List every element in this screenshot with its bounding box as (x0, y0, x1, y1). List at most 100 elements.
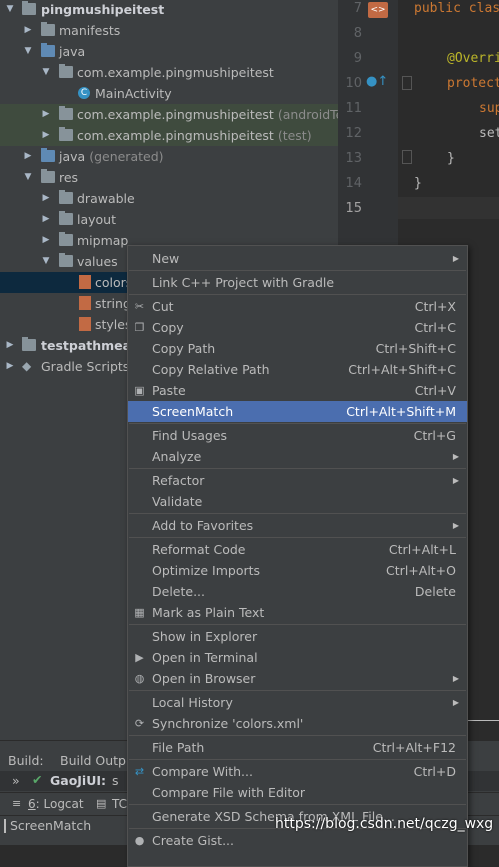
menu-item-optimize-imports[interactable]: Optimize Imports Ctrl+Alt+O (128, 560, 467, 581)
chevron-right-icon[interactable]: ▶ (22, 146, 34, 167)
chevron-right-icon[interactable]: ▶ (40, 104, 52, 125)
menu-item-screenmatch[interactable]: ScreenMatch Ctrl+Alt+Shift+M (128, 401, 467, 422)
menu-item-delete[interactable]: Delete... Delete (128, 581, 467, 602)
menu-item-validate[interactable]: Validate (128, 491, 467, 512)
chevron-down-icon[interactable]: ▼ (22, 167, 34, 188)
menu-item-create-gist[interactable]: ● Create Gist... (128, 830, 467, 851)
menu-label: Compare With... (152, 764, 253, 779)
context-menu: New ▶ Link C++ Project with Gradle ✂ Cut Ct… (127, 245, 468, 867)
class-icon: C (78, 87, 90, 99)
menu-label: Cut (152, 299, 174, 314)
menu-label: Validate (152, 494, 203, 509)
chevron-right-icon[interactable]: ▶ (4, 335, 16, 356)
chevron-right-icon[interactable]: ▶ (4, 356, 16, 377)
chevron-down-icon[interactable]: ▼ (4, 0, 16, 20)
menu-label: Create Gist... (152, 833, 235, 848)
fold-marker-icon[interactable] (402, 76, 412, 90)
menu-item-analyze[interactable]: Analyze ▶ (128, 446, 467, 467)
menu-item-copy[interactable]: ❐ Copy Ctrl+C (128, 317, 467, 338)
menu-item-open-terminal[interactable]: ▶ Open in Terminal (128, 647, 467, 668)
menu-shortcut: Ctrl+G (413, 428, 456, 443)
chevron-down-icon[interactable]: ▼ (40, 251, 52, 272)
tree-item-manifests[interactable]: ▶ manifests (0, 20, 338, 41)
tree-item-root[interactable]: ▼ pingmushipeitest (0, 0, 338, 20)
tree-item-package-androidtest[interactable]: ▶ com.example.pingmushipeitest (androidT… (0, 104, 360, 125)
tree-label: values (77, 254, 118, 269)
tree-item-layout[interactable]: ▶ layout (0, 209, 338, 230)
code-line-14[interactable]: } (414, 176, 422, 191)
override-method-icon[interactable]: ●↑ (366, 74, 388, 89)
tree-item-mainactivity[interactable]: C MainActivity (0, 83, 338, 104)
menu-item-synchronize[interactable]: ⟳ Synchronize 'colors.xml' (128, 713, 467, 734)
menu-item-local-history[interactable]: Local History ▶ (128, 692, 467, 713)
tree-label: com.example.pingmushipeitest (androidTes… (77, 104, 360, 125)
chevron-down-icon[interactable]: ▼ (22, 41, 34, 62)
menu-item-compare-editor[interactable]: Compare File with Editor (128, 782, 467, 803)
tree-label: layout (77, 212, 117, 227)
generated-folder-icon (41, 148, 55, 162)
fold-marker-icon[interactable] (402, 150, 412, 164)
tree-item-drawable[interactable]: ▶ drawable (0, 188, 338, 209)
menu-item-copy-path[interactable]: Copy Path Ctrl+Shift+C (128, 338, 467, 359)
code-keyword: public (414, 1, 461, 16)
menu-label: Paste (152, 383, 186, 398)
menu-item-paste[interactable]: ▣ Paste Ctrl+V (128, 380, 467, 401)
tree-item-java-generated[interactable]: ▶ java (generated) (0, 146, 338, 167)
menu-separator (129, 624, 466, 625)
tree-label: MainActivity (95, 86, 172, 101)
build-output-tab[interactable]: Build Outpu (60, 753, 134, 768)
menu-label: Mark as Plain Text (152, 605, 265, 620)
tree-label: string (95, 296, 131, 311)
menu-shortcut: Ctrl+Shift+C (375, 341, 456, 356)
menu-label: Copy Relative Path (152, 362, 270, 377)
folder-icon (59, 253, 73, 267)
menu-separator (129, 537, 466, 538)
menu-item-refactor[interactable]: Refactor ▶ (128, 470, 467, 491)
package-name: com.example.pingmushipeitest (77, 107, 274, 122)
menu-item-find-usages[interactable]: Find Usages Ctrl+G (128, 425, 467, 446)
menu-separator (129, 270, 466, 271)
chevron-down-icon[interactable]: ▼ (40, 62, 52, 83)
terminal-tab[interactable]: TC (112, 797, 127, 811)
watermark: https://blog.csdn.net/qczg_wxg (275, 816, 494, 832)
menu-label: Copy (152, 320, 184, 335)
menu-label: Open in Terminal (152, 650, 258, 665)
chevron-right-icon[interactable]: ▶ (40, 230, 52, 251)
menu-label: Reformat Code (152, 542, 246, 557)
menu-shortcut: Ctrl+Alt+O (386, 563, 456, 578)
code-line-9[interactable]: @Overri (447, 51, 499, 66)
tree-item-package-test[interactable]: ▶ com.example.pingmushipeitest (test) (0, 125, 338, 146)
chevron-right-icon[interactable]: ▶ (40, 188, 52, 209)
menu-label: Synchronize 'colors.xml' (152, 716, 304, 731)
menu-item-link-cpp[interactable]: Link C++ Project with Gradle (128, 272, 467, 293)
menu-item-copy-relative-path[interactable]: Copy Relative Path Ctrl+Alt+Shift+C (128, 359, 467, 380)
chevron-right-icon[interactable]: ▶ (22, 20, 34, 41)
menu-item-compare-with[interactable]: ⇄ Compare With... Ctrl+D (128, 761, 467, 782)
menu-item-show-explorer[interactable]: Show in Explorer (128, 626, 467, 647)
tree-item-res[interactable]: ▼ res (0, 167, 338, 188)
code-line-11[interactable]: sup (479, 101, 499, 116)
chevron-right-icon[interactable]: ▶ (40, 209, 52, 230)
chevron-right-icon[interactable]: ▶ (40, 125, 52, 146)
menu-separator (129, 294, 466, 295)
expand-icon[interactable]: » (12, 773, 20, 788)
code-line-7[interactable]: public clas (414, 1, 499, 16)
menu-label: New (152, 251, 180, 266)
menu-label: Compare File with Editor (152, 785, 306, 800)
menu-item-new[interactable]: New ▶ (128, 248, 467, 269)
tree-item-java[interactable]: ▼ java (0, 41, 338, 62)
menu-item-mark-plain-text[interactable]: ▦ Mark as Plain Text (128, 602, 467, 623)
menu-item-cut[interactable]: ✂ Cut Ctrl+X (128, 296, 467, 317)
menu-item-open-browser[interactable]: ◍ Open in Browser ▶ (128, 668, 467, 689)
tree-label: pingmushipeitest (41, 2, 165, 17)
xml-gutter-icon[interactable]: <> (368, 2, 388, 18)
code-line-12[interactable]: set (479, 126, 499, 141)
code-line-10[interactable]: protect (447, 76, 499, 91)
menu-shortcut: Ctrl+Alt+F12 (372, 740, 456, 755)
menu-item-add-favorites[interactable]: Add to Favorites ▶ (128, 515, 467, 536)
menu-item-file-path[interactable]: File Path Ctrl+Alt+F12 (128, 737, 467, 758)
tree-item-package-main[interactable]: ▼ com.example.pingmushipeitest (0, 62, 338, 83)
menu-item-reformat-code[interactable]: Reformat Code Ctrl+Alt+L (128, 539, 467, 560)
code-line-13[interactable]: } (447, 151, 455, 166)
logcat-tab[interactable]: 6: Logcat (28, 797, 84, 811)
